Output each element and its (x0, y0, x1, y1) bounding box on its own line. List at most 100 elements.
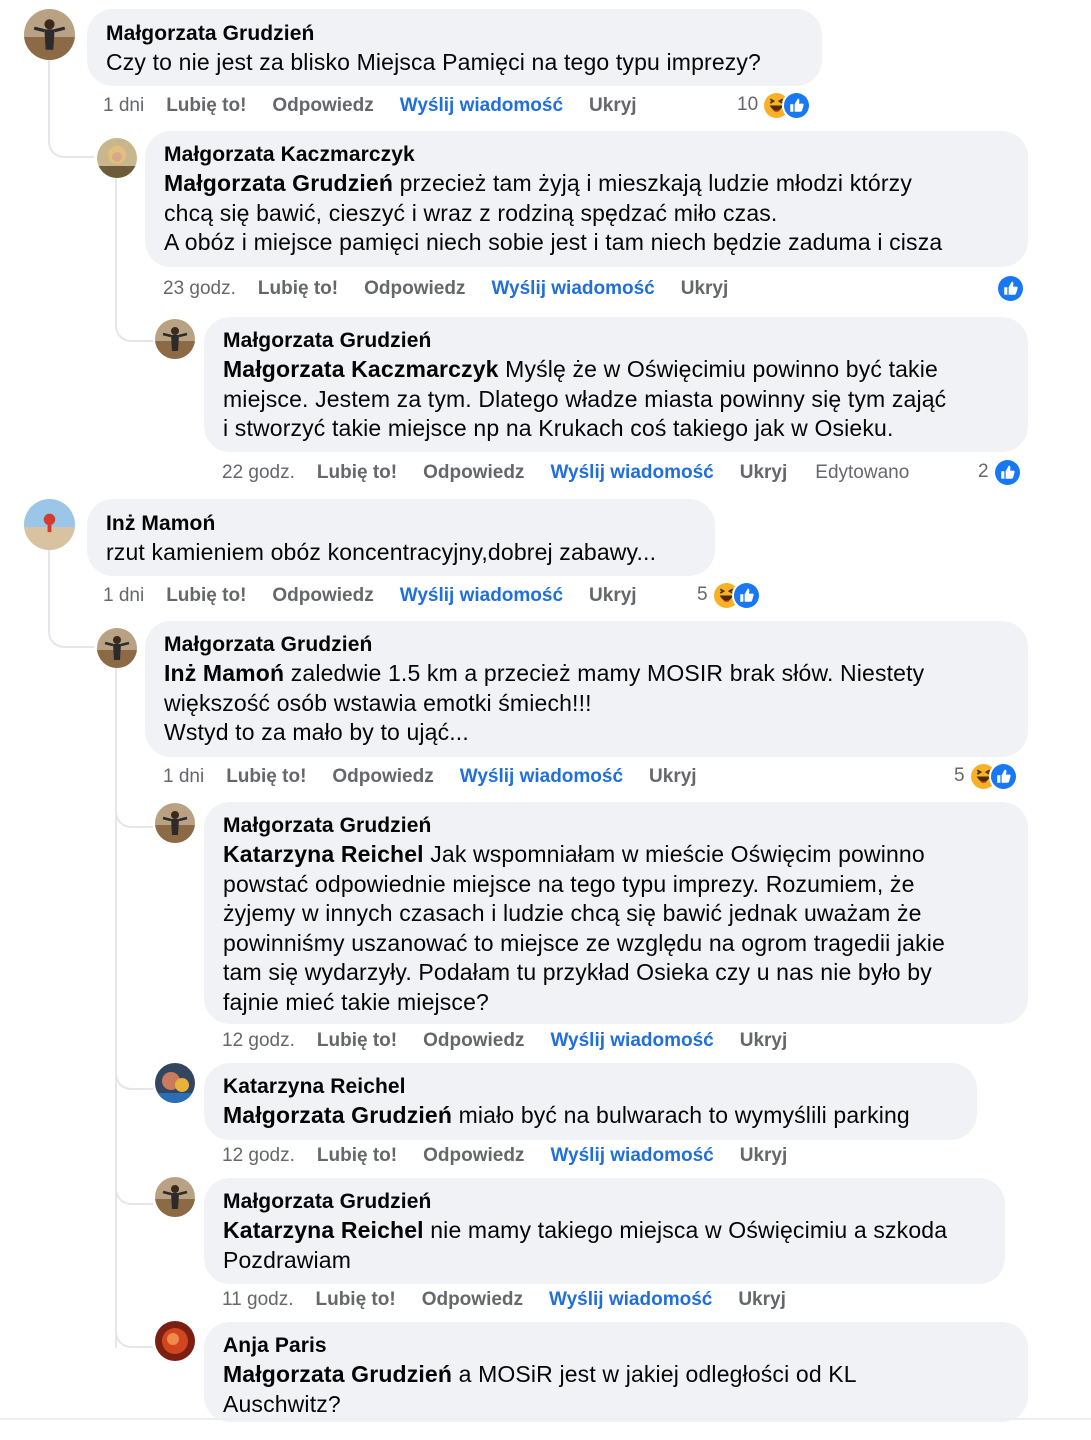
send-message-button[interactable]: Wyślij wiadomość (400, 94, 563, 118)
like-button[interactable]: Lubię to! (315, 1288, 395, 1312)
comment-timestamp[interactable]: 1 dni (103, 584, 144, 608)
comment-text: Małgorzata Grudzień a MOSiR jest w jakie… (223, 1360, 1009, 1419)
edited-label: Edytowano (815, 462, 910, 483)
avatar[interactable] (155, 803, 195, 843)
reply-button[interactable]: Odpowiedz (422, 1288, 523, 1312)
like-button[interactable]: Lubię to! (317, 461, 397, 485)
like-button[interactable]: Lubię to! (317, 1144, 397, 1168)
comment-text: Czy to nie jest za blisko Miejsca Pamięc… (106, 49, 761, 75)
reply-button[interactable]: Odpowiedz (423, 1029, 524, 1053)
comment-timestamp[interactable]: 1 dni (103, 94, 144, 118)
comment-author[interactable]: Małgorzata Grudzień (106, 19, 803, 48)
comment-actions: 12 godz. Lubię to! Odpowiedz Wyślij wiadomo… (222, 1029, 813, 1053)
send-message-button[interactable]: Wyślij wiadomość (550, 1144, 713, 1168)
hide-button[interactable]: Ukryj (740, 461, 788, 485)
comment-actions: 1 dni Lubię to! Odpowiedz Wyślij wiadomość U… (163, 765, 723, 789)
reaction-summary[interactable] (996, 273, 1025, 303)
hide-button[interactable]: Ukryj (740, 1029, 788, 1053)
mention-link[interactable]: Małgorzata Grudzień (223, 1102, 452, 1128)
comment-timestamp[interactable]: 12 godz. (222, 1029, 295, 1053)
comment-actions: 1 dni Lubię to! Odpowiedz Wyślij wiadomość U… (103, 584, 663, 608)
send-message-button[interactable]: Wyślij wiadomość (550, 461, 713, 485)
like-button[interactable]: Lubię to! (226, 765, 306, 789)
comment-body: miało być na bulwarach to wymyślili park… (452, 1102, 910, 1128)
reaction-summary[interactable]: 5 (954, 761, 1018, 791)
comment-bubble: Katarzyna Reichel Małgorzata Grudzień mi… (204, 1063, 977, 1140)
mention-link[interactable]: Inż Mamoń (164, 660, 284, 686)
reply-button[interactable]: Odpowiedz (272, 94, 373, 118)
comment-author[interactable]: Małgorzata Grudzień (164, 630, 1009, 659)
hide-button[interactable]: Ukryj (649, 765, 697, 789)
comment-actions: 11 godz. Lubię to! Odpowiedz Wyślij wiadomo… (222, 1288, 812, 1312)
comment-author[interactable]: Małgorzata Grudzień (223, 326, 1009, 355)
avatar[interactable] (24, 9, 75, 60)
send-message-button[interactable]: Wyślij wiadomość (400, 584, 563, 608)
send-message-button[interactable]: Wyślij wiadomość (550, 1029, 713, 1053)
reaction-count: 10 (737, 94, 759, 115)
like-icon (992, 457, 1022, 487)
like-button[interactable]: Lubię to! (166, 94, 246, 118)
reply-button[interactable]: Odpowiedz (423, 1144, 524, 1168)
mention-link[interactable]: Katarzyna Reichel (223, 841, 424, 867)
avatar[interactable] (155, 1063, 195, 1103)
hide-button[interactable]: Ukryj (738, 1288, 786, 1312)
thread-line (115, 828, 117, 1348)
thread-line (115, 798, 153, 828)
like-button[interactable]: Lubię to! (317, 1029, 397, 1053)
reaction-count: 5 (954, 765, 965, 786)
comment-author[interactable]: Katarzyna Reichel (223, 1072, 958, 1101)
avatar[interactable] (155, 1321, 195, 1361)
avatar[interactable] (155, 1177, 195, 1217)
reaction-summary[interactable]: 5 (697, 580, 761, 610)
avatar[interactable] (24, 499, 75, 550)
reply-button[interactable]: Odpowiedz (423, 461, 524, 485)
comment-bubble: Małgorzata Grudzień Małgorzata Kaczmarcz… (204, 317, 1028, 452)
comment-text: Małgorzata Kaczmarczyk Myślę że w Oświęc… (223, 355, 1009, 444)
comment-timestamp[interactable]: 22 godz. (222, 461, 295, 485)
avatar[interactable] (97, 138, 137, 178)
mention-link[interactable]: Katarzyna Reichel (223, 1217, 424, 1243)
reply-button[interactable]: Odpowiedz (332, 765, 433, 789)
send-message-button[interactable]: Wyślij wiadomość (460, 765, 623, 789)
hide-button[interactable]: Ukryj (589, 94, 637, 118)
comment-bubble: Anja Paris Małgorzata Grudzień a MOSiR j… (204, 1322, 1028, 1422)
hide-button[interactable]: Ukryj (681, 277, 729, 301)
comment-bubble: Małgorzata Grudzień Katarzyna Reichel Ja… (204, 802, 1028, 1024)
comment-timestamp[interactable]: 12 godz. (222, 1144, 295, 1168)
mention-link[interactable]: Małgorzata Kaczmarczyk (223, 356, 499, 382)
like-icon (782, 90, 812, 120)
comment-text: Katarzyna Reichel nie mamy takiego miejs… (223, 1216, 986, 1275)
comment-bubble: Małgorzata Grudzień Czy to nie jest za b… (87, 9, 822, 86)
comment-author[interactable]: Inż Mamoń (106, 509, 696, 538)
comment-text: Małgorzata Grudzień miało być na bulwara… (223, 1101, 958, 1131)
comment-timestamp[interactable]: 11 godz. (222, 1288, 293, 1312)
avatar[interactable] (155, 319, 195, 359)
mention-link[interactable]: Małgorzata Grudzień (164, 170, 393, 196)
comment-actions: 1 dni Lubię to! Odpowiedz Wyślij wiadomość U… (103, 94, 663, 118)
comment-author[interactable]: Małgorzata Grudzień (223, 1187, 986, 1216)
like-button[interactable]: Lubię to! (166, 584, 246, 608)
reaction-summary[interactable]: 10 (737, 90, 812, 120)
avatar[interactable] (97, 628, 137, 668)
send-message-button[interactable]: Wyślij wiadomość (549, 1288, 712, 1312)
mention-link[interactable]: Małgorzata Grudzień (223, 1361, 452, 1387)
reaction-count: 2 (978, 461, 989, 482)
comment-timestamp[interactable]: 1 dni (163, 765, 204, 789)
comment-body: Jak wspomniałam w mieście Oświęcim powin… (223, 841, 945, 1015)
like-button[interactable]: Lubię to! (258, 277, 338, 301)
reply-button[interactable]: Odpowiedz (272, 584, 373, 608)
reaction-count: 5 (697, 584, 708, 605)
comment-bubble: Małgorzata Kaczmarczyk Małgorzata Grudzi… (145, 131, 1028, 267)
comment-author[interactable]: Anja Paris (223, 1331, 1009, 1360)
hide-button[interactable]: Ukryj (589, 584, 637, 608)
reaction-summary[interactable]: 2 (978, 457, 1022, 487)
comment-bubble: Małgorzata Grudzień Katarzyna Reichel ni… (204, 1178, 1005, 1284)
hide-button[interactable]: Ukryj (740, 1144, 788, 1168)
send-message-button[interactable]: Wyślij wiadomość (491, 277, 654, 301)
comment-author[interactable]: Małgorzata Grudzień (223, 811, 1009, 840)
like-icon (996, 273, 1025, 303)
comment-timestamp[interactable]: 23 godz. (163, 277, 236, 301)
reply-button[interactable]: Odpowiedz (364, 277, 465, 301)
like-icon (731, 580, 761, 610)
comment-author[interactable]: Małgorzata Kaczmarczyk (164, 140, 1009, 169)
